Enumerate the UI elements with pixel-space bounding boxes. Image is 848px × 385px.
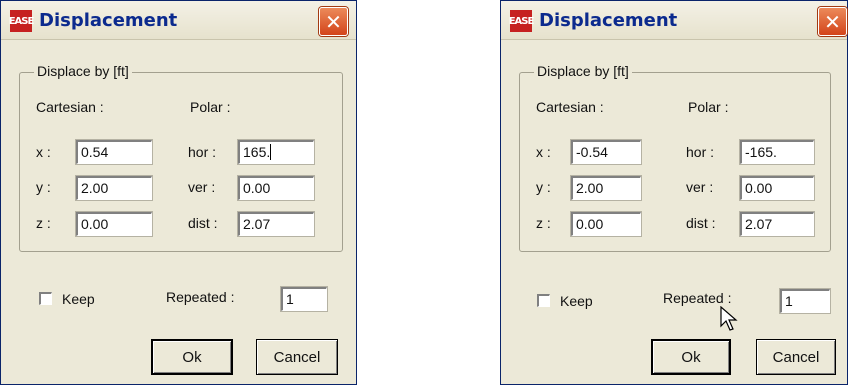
x-label: x : [36, 144, 51, 160]
groupbox-label: Displace by [ft] [534, 63, 632, 79]
repeated-input[interactable]: 1 [779, 288, 831, 314]
polar-label: Polar : [688, 99, 729, 115]
hor-input[interactable]: 165. [237, 139, 315, 165]
hor-value: 165. [243, 144, 271, 160]
app-icon: EASE [9, 10, 34, 32]
close-button[interactable]: ✕ [319, 7, 348, 36]
groupbox-label: Displace by [ft] [34, 63, 132, 79]
z-input[interactable]: 0.00 [570, 211, 642, 237]
z-label: z : [536, 215, 551, 231]
text-caret [270, 144, 272, 160]
hor-input[interactable]: -165. [739, 139, 815, 165]
cartesian-label: Cartesian : [536, 99, 604, 115]
displacement-dialog-left: EASE Displacement ✕ Displace by [ft] Car… [0, 0, 357, 385]
dialog-title: Displacement [539, 10, 678, 31]
close-button[interactable]: ✕ [818, 7, 847, 36]
app-icon: EASE [509, 10, 534, 32]
dist-label: dist : [686, 215, 716, 231]
arrow-cursor-icon [720, 306, 738, 331]
ver-input[interactable]: 0.00 [739, 175, 815, 201]
cancel-button[interactable]: Cancel [756, 339, 836, 375]
hor-label: hor : [188, 144, 217, 160]
z-label: z : [36, 215, 51, 231]
x-input[interactable]: 0.54 [75, 139, 153, 165]
cancel-button[interactable]: Cancel [256, 339, 338, 375]
dist-input[interactable]: 2.07 [739, 211, 815, 237]
ver-label: ver : [188, 179, 216, 195]
dist-label: dist : [188, 215, 218, 231]
x-input[interactable]: -0.54 [570, 139, 642, 165]
displacement-dialog-right: EASE Displacement ✕ Displace by [ft] Car… [500, 0, 848, 385]
title-bar[interactable]: EASE Displacement ✕ [501, 1, 847, 40]
y-label: y : [36, 179, 51, 195]
ver-input[interactable]: 0.00 [237, 175, 315, 201]
displace-groupbox: Displace by [ft] Cartesian : Polar : x :… [19, 63, 343, 252]
keep-label: Keep [560, 293, 593, 309]
displace-groupbox: Displace by [ft] Cartesian : Polar : x :… [519, 63, 831, 252]
x-label: x : [536, 144, 551, 160]
repeated-label: Repeated : [166, 289, 235, 305]
ok-button[interactable]: Ok [151, 339, 233, 375]
keep-checkbox[interactable] [537, 294, 550, 307]
cartesian-label: Cartesian : [36, 99, 104, 115]
polar-label: Polar : [190, 99, 231, 115]
y-input[interactable]: 2.00 [75, 175, 153, 201]
y-input[interactable]: 2.00 [570, 175, 642, 201]
ver-label: ver : [686, 179, 714, 195]
z-input[interactable]: 0.00 [75, 211, 153, 237]
dialog-title: Displacement [39, 10, 178, 31]
repeated-input[interactable]: 1 [280, 286, 328, 312]
dist-input[interactable]: 2.07 [237, 211, 315, 237]
y-label: y : [536, 179, 551, 195]
hor-label: hor : [686, 144, 715, 160]
repeated-label: Repeated : [663, 290, 732, 306]
title-bar[interactable]: EASE Displacement ✕ [1, 1, 356, 40]
keep-label: Keep [62, 291, 95, 307]
keep-checkbox[interactable] [39, 292, 52, 305]
ok-button[interactable]: Ok [651, 339, 731, 375]
